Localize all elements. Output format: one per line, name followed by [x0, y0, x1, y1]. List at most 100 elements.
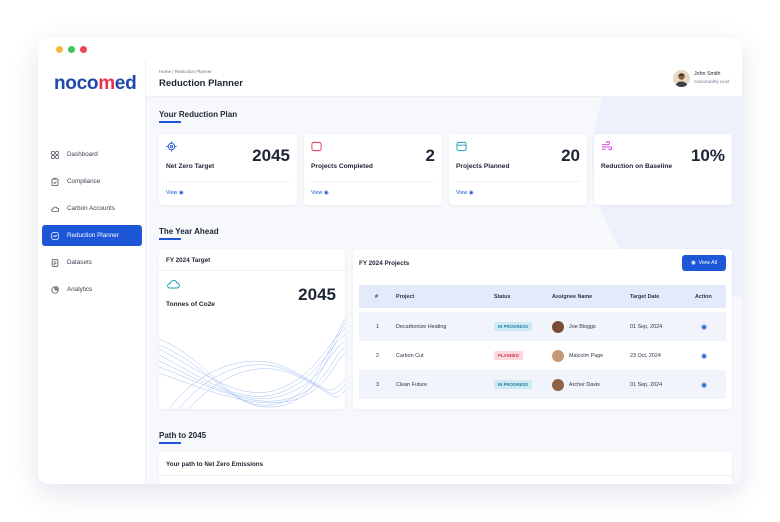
target-date: 01 Sep, 2024 — [630, 323, 663, 330]
assignee-name: Joe Bloggs — [569, 323, 596, 330]
target-value: 2045 — [298, 285, 336, 304]
app-window: nocomed Dashboard Compliance Carbon Acco… — [38, 38, 742, 484]
project-name: Decarbonize Heating — [396, 323, 447, 330]
grid-icon — [51, 150, 59, 159]
section-title-plan: Your Reduction Plan — [159, 110, 237, 123]
stat-value: 2 — [425, 146, 435, 165]
stat-value: 2045 — [252, 146, 290, 165]
column-header: Project — [396, 293, 415, 300]
sidebar-item-analytics[interactable]: Analytics — [42, 279, 142, 300]
page-title: Reduction Planner — [159, 78, 243, 89]
top-bar: Home / Reduction Planner Reduction Plann… — [146, 60, 742, 97]
main-content: Home / Reduction Planner Reduction Plann… — [146, 60, 742, 484]
window-minimize-control[interactable] — [68, 45, 75, 53]
stat-label: Reduction on Baseline — [601, 163, 673, 170]
assignee-name: Archer Davis — [569, 381, 600, 388]
target-icon — [166, 141, 177, 152]
fy-projects-card: FY 2024 Projects ◉ View All # Project St… — [353, 249, 732, 409]
wind-icon — [601, 141, 612, 151]
card-heading: FY 2024 Target — [166, 257, 211, 264]
row-number: 3 — [376, 381, 379, 388]
divider — [159, 270, 345, 271]
stat-value: 10% — [690, 146, 725, 165]
sidebar-item-label: Compliance — [67, 178, 101, 185]
sidebar-item-label: Dashboard — [67, 151, 98, 158]
view-all-button[interactable]: ◉ View All — [682, 255, 726, 271]
column-header: Action — [695, 293, 712, 300]
section-underline — [159, 238, 181, 240]
stat-card-projects-completed: Projects Completed 2 View ◉ — [304, 134, 442, 205]
card-heading: FY 2024 Projects — [359, 260, 410, 267]
pie-chart-icon — [51, 285, 59, 294]
stat-label: Projects Planned — [456, 163, 510, 170]
column-header: # — [375, 293, 378, 300]
sidebar: nocomed Dashboard Compliance Carbon Acco… — [38, 60, 146, 484]
breadcrumb[interactable]: Home / Reduction Planner — [159, 69, 212, 74]
table-row[interactable]: 1 Decarbonize Heating IN PROGRESS Joe Bl… — [359, 312, 726, 341]
sidebar-item-datasets[interactable]: Datasets — [42, 252, 142, 273]
eye-icon[interactable]: ◉ — [701, 312, 707, 341]
brand-logo[interactable]: nocomed — [54, 73, 137, 95]
table-row[interactable]: 2 Carbon Cut PLANNED Malcolm Page 23 Oct… — [359, 341, 726, 370]
stat-label: Projects Completed — [311, 163, 373, 170]
avatar — [552, 349, 564, 362]
target-label: Tonnes of Co2e — [166, 301, 215, 308]
sidebar-item-label: Analytics — [67, 286, 93, 293]
eye-icon[interactable]: ◉ — [701, 370, 707, 399]
title-bar — [38, 38, 742, 60]
window-close-control[interactable] — [56, 45, 63, 53]
stat-label: Net Zero Target — [166, 163, 215, 170]
column-header: Assignee Name — [552, 293, 593, 300]
table-header: # Project Status Assignee Name Target Da… — [359, 285, 726, 308]
column-header: Target Date — [630, 293, 660, 300]
planner-icon — [51, 231, 59, 240]
eye-icon: ◉ — [178, 190, 184, 196]
document-icon — [51, 258, 59, 267]
fy-target-card: FY 2024 Target Tonnes of Co2e 2045 — [159, 249, 345, 409]
eye-icon: ◉ — [468, 190, 474, 196]
sidebar-item-compliance[interactable]: Compliance — [42, 171, 142, 192]
user-name: John Smith — [694, 71, 721, 77]
status-badge: PLANNED — [494, 351, 523, 360]
section-underline — [159, 442, 181, 444]
stat-card-projects-planned: Projects Planned 20 View ◉ — [449, 134, 587, 205]
target-date: 01 Sep, 2024 — [630, 381, 663, 388]
window-maximize-control[interactable] — [80, 45, 87, 53]
avatar[interactable] — [673, 70, 690, 87]
cloud-icon — [51, 206, 59, 212]
wave-decoration — [159, 318, 345, 409]
divider — [456, 181, 580, 182]
eye-icon[interactable]: ◉ — [701, 341, 707, 370]
sidebar-item-dashboard[interactable]: Dashboard — [42, 144, 142, 165]
sidebar-item-reduction-planner[interactable]: Reduction Planner — [42, 225, 142, 246]
path-card: Your path to Net Zero Emissions — [159, 452, 732, 484]
row-number: 1 — [376, 323, 379, 330]
column-header: Status — [494, 293, 511, 300]
table-row[interactable]: 3 Clean Future IN PROGRESS Archer Davis … — [359, 370, 726, 399]
project-name: Clean Future — [396, 381, 428, 388]
card-heading: Your path to Net Zero Emissions — [166, 461, 264, 468]
view-link[interactable]: View ◉ — [456, 190, 474, 196]
assignee-name: Malcolm Page — [569, 352, 604, 359]
avatar — [552, 320, 564, 333]
folder-icon — [456, 141, 467, 152]
sidebar-item-carbon-accounts[interactable]: Carbon Accounts — [42, 198, 142, 219]
project-name: Carbon Cut — [396, 352, 424, 359]
eye-icon: ◉ — [323, 190, 329, 196]
clipboard-check-icon — [51, 177, 59, 186]
sidebar-item-label: Carbon Accounts — [67, 205, 115, 212]
sidebar-item-label: Reduction Planner — [67, 232, 119, 239]
divider — [311, 181, 435, 182]
stat-value: 20 — [561, 146, 580, 165]
status-badge: IN PROGRESS — [494, 322, 533, 331]
stat-card-reduction-baseline: Reduction on Baseline 10% — [594, 134, 732, 205]
target-date: 23 Oct, 2024 — [630, 352, 661, 359]
divider — [166, 181, 290, 182]
stat-card-net-zero: Net Zero Target 2045 View ◉ — [159, 134, 297, 205]
view-link[interactable]: View ◉ — [166, 190, 184, 196]
view-link[interactable]: View ◉ — [311, 190, 329, 196]
section-title-year: The Year Ahead — [159, 227, 219, 240]
row-number: 2 — [376, 352, 379, 359]
avatar — [552, 378, 564, 391]
sidebar-nav: Dashboard Compliance Carbon Accounts Red… — [42, 144, 142, 306]
